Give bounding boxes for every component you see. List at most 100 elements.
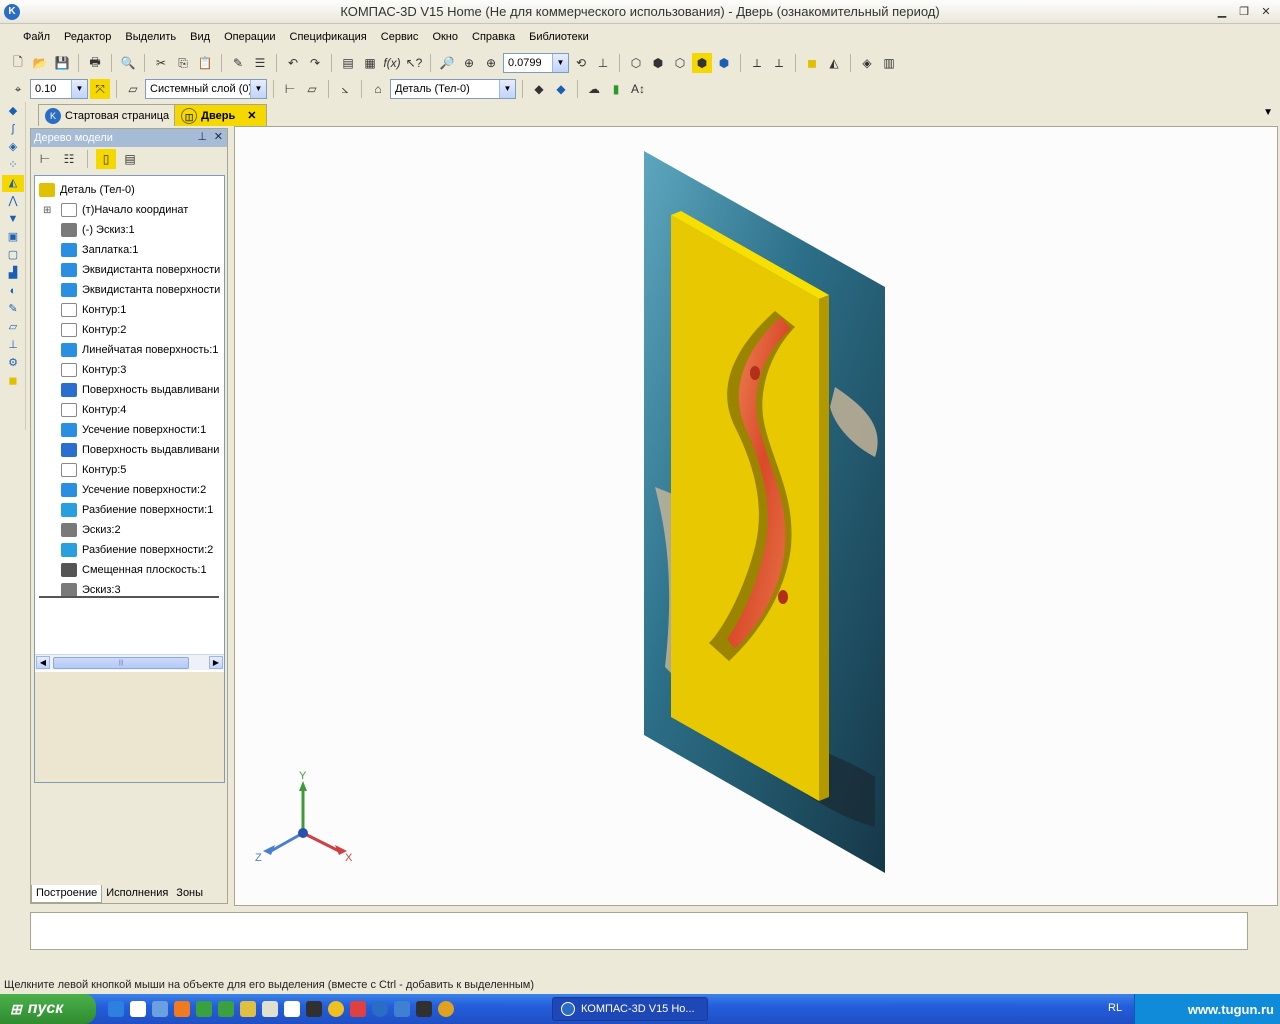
firefox-icon[interactable] xyxy=(174,1001,190,1017)
media-icon[interactable] xyxy=(130,1001,146,1017)
tree-item[interactable]: Эквидистанта поверхности xyxy=(39,280,224,300)
measure-tool-icon[interactable]: ▟ xyxy=(2,265,24,282)
tree-item[interactable]: Контур:5 xyxy=(39,460,224,480)
network-icon[interactable] xyxy=(152,1001,168,1017)
cut-icon[interactable]: ✂ xyxy=(151,53,171,73)
orientation-icon[interactable]: ⊥ xyxy=(593,53,613,73)
tree-item[interactable]: (-) Эскиз:1 xyxy=(39,220,224,240)
menu-help[interactable]: Справка xyxy=(465,31,522,43)
chevron-down-icon[interactable]: ▼ xyxy=(71,80,87,98)
redo-icon[interactable]: ↷ xyxy=(305,53,325,73)
material-icon[interactable]: ◆ xyxy=(529,79,549,99)
tree-item[interactable]: Разбиение поверхности:1 xyxy=(39,500,224,520)
app-icon-1[interactable] xyxy=(196,1001,212,1017)
layer-select[interactable]: Системный слой (0) ▼ xyxy=(145,79,267,99)
properties-icon[interactable]: ✎ xyxy=(228,53,248,73)
pin-icon[interactable]: ⊥ xyxy=(197,130,207,143)
plane-tool-icon[interactable]: ▱ xyxy=(2,319,24,336)
scroll-thumb[interactable]: ||| xyxy=(53,657,189,669)
zoom-all-icon[interactable]: ⊕ xyxy=(459,53,479,73)
save-icon[interactable]: 💾 xyxy=(52,53,72,73)
tabs-overflow-icon[interactable]: ▼ xyxy=(1263,107,1273,118)
open-file-icon[interactable]: 📂 xyxy=(30,53,50,73)
app-icon-2[interactable] xyxy=(218,1001,234,1017)
model-viewport[interactable]: Y X Z ▼ xyxy=(234,107,1278,906)
filter-icon[interactable]: ◭ xyxy=(824,53,844,73)
shaded-icon[interactable]: ⬢ xyxy=(692,53,712,73)
language-indicator[interactable]: RL xyxy=(1108,1002,1122,1014)
wireframe-icon[interactable]: ⬡ xyxy=(626,53,646,73)
trim-toolbar-icon[interactable]: ▥ xyxy=(879,53,899,73)
tree-item[interactable]: Поверхность выдавливани xyxy=(39,380,224,400)
menu-edit[interactable]: Редактор xyxy=(57,31,118,43)
tree-item[interactable]: Эквидистанта поверхности xyxy=(39,260,224,280)
variables-icon[interactable]: f(x) xyxy=(382,53,402,73)
color-icon[interactable]: ◆ xyxy=(551,79,571,99)
tree-item[interactable]: Эскиз:2 xyxy=(39,520,224,540)
help-pointer-icon[interactable]: ↖? xyxy=(404,53,424,73)
tab-start-page[interactable]: K Стартовая страница xyxy=(38,104,181,126)
app-icon-5[interactable] xyxy=(306,1001,322,1017)
app-icon-3[interactable] xyxy=(262,1001,278,1017)
edit-sketch-icon[interactable]: ✎ xyxy=(2,301,24,318)
arrays-icon[interactable]: ⁘ xyxy=(2,157,24,174)
hidden-lines-icon[interactable]: ⬢ xyxy=(648,53,668,73)
chevron-down-icon[interactable]: ▼ xyxy=(499,80,515,98)
paste-icon[interactable]: 📋 xyxy=(195,53,215,73)
chevron-down-icon[interactable]: ▼ xyxy=(552,54,568,72)
perspective-icon[interactable]: ⟂ xyxy=(747,53,767,73)
tab-zones[interactable]: Зоны xyxy=(172,885,207,903)
minimize-button[interactable]: ▁ xyxy=(1214,4,1230,20)
tab-construction[interactable]: Построение xyxy=(31,885,103,903)
tree-item[interactable]: Контур:3 xyxy=(39,360,224,380)
tree-item[interactable]: Деталь (Тел-0) xyxy=(39,180,224,200)
edit-part-icon[interactable]: ◆ xyxy=(2,103,24,120)
menu-operations[interactable]: Операции xyxy=(217,31,282,43)
shaded-edges-icon[interactable]: ⬢ xyxy=(714,53,734,73)
render-icon[interactable]: ☁ xyxy=(584,79,604,99)
tree-item[interactable]: Контур:2 xyxy=(39,320,224,340)
plane-icon[interactable]: ▱ xyxy=(302,79,322,99)
tree-mode-icon[interactable]: ▯ xyxy=(96,149,116,169)
library-icon[interactable]: ▦ xyxy=(360,53,380,73)
close-icon[interactable]: ✕ xyxy=(214,130,223,143)
tree-item[interactable]: Усечение поверхности:1 xyxy=(39,420,224,440)
mass-icon[interactable]: ▮ xyxy=(606,79,626,99)
tree-structure-icon[interactable]: ⊢ xyxy=(35,149,55,169)
scroll-right-icon[interactable]: ▶ xyxy=(209,656,223,669)
app-icon-4[interactable] xyxy=(284,1001,300,1017)
part-select-icon[interactable]: ⌂ xyxy=(368,79,388,99)
thin-lines-icon[interactable]: ⬡ xyxy=(670,53,690,73)
kompas-launch-icon[interactable] xyxy=(372,1001,388,1017)
app-icon-6[interactable] xyxy=(328,1001,344,1017)
command-bar[interactable] xyxy=(30,912,1248,950)
zoom-select[interactable]: 0.0799 ▼ xyxy=(503,53,569,73)
zoom-in-icon[interactable]: ⊕ xyxy=(481,53,501,73)
tree-item[interactable]: Разбиение поверхности:2 xyxy=(39,540,224,560)
tree-item[interactable]: Контур:1 xyxy=(39,300,224,320)
spatial-curves-icon[interactable]: ʃ xyxy=(2,121,24,138)
menu-service[interactable]: Сервис xyxy=(374,31,426,43)
filter-objects-icon[interactable]: ▼ xyxy=(2,211,24,228)
tab-versions[interactable]: Исполнения xyxy=(102,885,172,903)
build-icon[interactable]: ⚙ xyxy=(2,355,24,372)
menu-view[interactable]: Вид xyxy=(183,31,217,43)
chrome-icon[interactable] xyxy=(438,1001,454,1017)
menu-libraries[interactable]: Библиотеки xyxy=(522,31,596,43)
app-icon-7[interactable] xyxy=(350,1001,366,1017)
part-select[interactable]: Деталь (Тел-0) ▼ xyxy=(390,79,516,99)
restore-button[interactable]: ❐ xyxy=(1236,4,1252,20)
layers-icon[interactable]: ▱ xyxy=(123,79,143,99)
app-icon-9[interactable] xyxy=(416,1001,432,1017)
snap-grid-icon[interactable]: ⌖ xyxy=(8,79,28,99)
tree-item[interactable]: Смещенная плоскость:1 xyxy=(39,560,224,580)
copy-icon[interactable]: ⎘ xyxy=(173,53,193,73)
part-cube-icon[interactable]: ◼ xyxy=(802,53,822,73)
notes-icon[interactable] xyxy=(240,1001,256,1017)
rotate-icon[interactable]: ⟲ xyxy=(571,53,591,73)
taskbar-window-button[interactable]: КОМПАС-3D V15 Ho... xyxy=(552,997,708,1021)
tab-door[interactable]: ◫ Дверь ✕ xyxy=(174,104,268,126)
horizontal-scrollbar[interactable]: ◀ ||| ▶ xyxy=(35,654,224,670)
section-icon[interactable]: ⟂ xyxy=(769,53,789,73)
tree-item[interactable]: Заплатка:1 xyxy=(39,240,224,260)
